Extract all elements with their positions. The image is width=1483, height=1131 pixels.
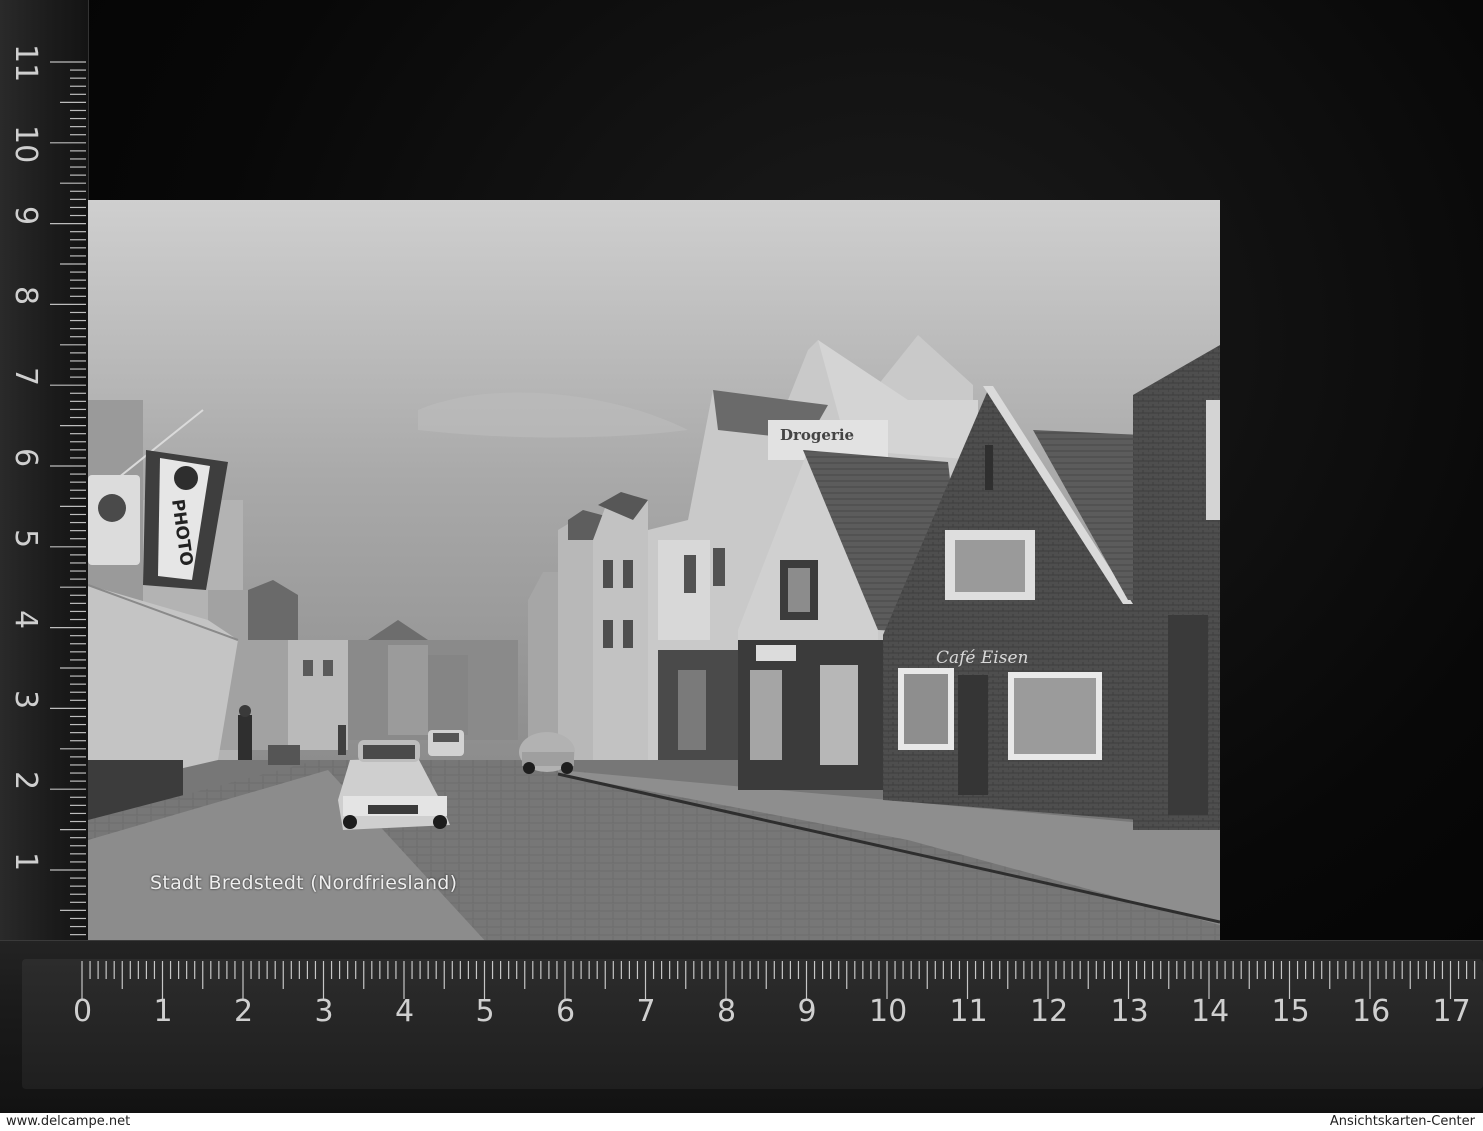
ruler-label-h: 6	[556, 994, 576, 1029]
postcard-caption: Stadt Bredstedt (Nordfriesland)	[150, 872, 458, 894]
ruler-label-h: 10	[869, 994, 908, 1029]
ruler-label-h: 8	[717, 994, 737, 1029]
ruler-label-h: 16	[1352, 994, 1391, 1029]
ruler-label-h: 15	[1271, 994, 1310, 1029]
horizontal-ruler: 0 1 2 3 4 5 6 7 8 9 10 11 12 13 14 15 16 17	[0, 940, 1483, 1116]
ruler-label-h: 14	[1191, 994, 1230, 1029]
horizontal-ruler-ticks	[81, 961, 1476, 999]
ruler-label-h: 12	[1030, 994, 1069, 1029]
ruler-label-h: 0	[73, 994, 93, 1029]
ruler-label-v: 10	[8, 124, 43, 163]
street-scene: PHOTO Drogerie Café Eisen	[88, 200, 1220, 944]
ruler-label-v: 4	[8, 609, 43, 629]
ruler-label-h: 4	[395, 994, 415, 1029]
ruler-label-h: 9	[797, 994, 817, 1029]
pedestrian	[238, 715, 252, 760]
handcart	[268, 745, 300, 765]
ruler-label-h: 11	[949, 994, 988, 1029]
cafe-sign: Café Eisen	[936, 648, 1028, 668]
ruler-label-v: 5	[8, 528, 43, 548]
ruler-label-v: 6	[8, 448, 43, 468]
car-distant	[428, 730, 464, 756]
ruler-label-h: 2	[234, 994, 254, 1029]
ruler-label-v: 7	[8, 367, 43, 387]
watermark-left: www.delcampe.net	[6, 1114, 131, 1129]
ruler-label-h: 13	[1110, 994, 1149, 1029]
ruler-label-v: 8	[8, 286, 43, 306]
watermark-right: Ansichtskarten-Center	[1329, 1114, 1475, 1129]
vertical-ruler: 11 10 9 8 7 6 5 4 3 2 1	[0, 0, 89, 945]
ruler-label-v: 3	[8, 690, 43, 710]
ruler-label-v: 2	[8, 771, 43, 791]
drogerie-sign: Drogerie	[780, 426, 854, 444]
ruler-label-h: 7	[636, 994, 656, 1029]
watermark-bar: www.delcampe.net Ansichtskarten-Center	[0, 1113, 1483, 1131]
postcard-photo: PHOTO Drogerie Café Eisen Stadt Bredsted…	[88, 200, 1220, 944]
ruler-label-h: 1	[153, 994, 173, 1029]
ruler-label-v: 1	[8, 852, 43, 872]
ruler-label-v: 9	[8, 205, 43, 225]
ruler-label-h: 17	[1432, 994, 1471, 1029]
ruler-label-v: 11	[8, 44, 43, 83]
ruler-label-h: 3	[314, 994, 334, 1029]
car-vw-beetle	[519, 732, 575, 774]
cafe-door	[958, 675, 988, 795]
ruler-label-h: 5	[475, 994, 495, 1029]
